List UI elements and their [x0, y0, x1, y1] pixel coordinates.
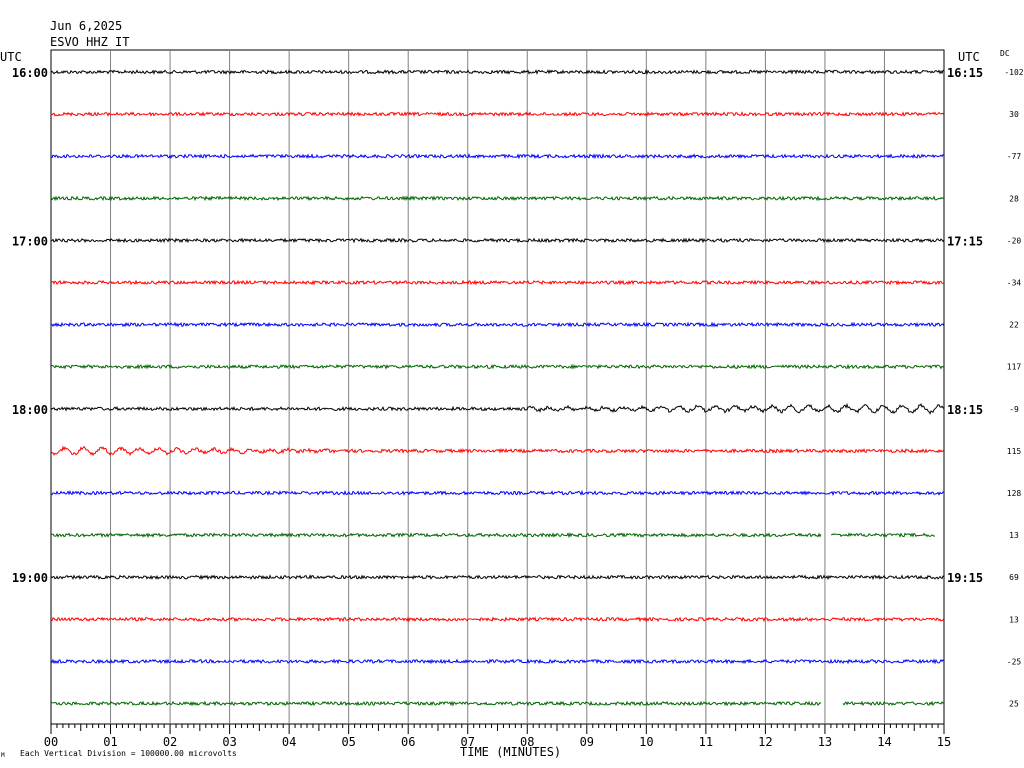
dc-offset-label: 128 [1007, 489, 1022, 498]
trace-line [50, 111, 945, 118]
dc-offset-label: -9 [1009, 405, 1019, 414]
trace-line [50, 363, 945, 370]
dc-offset-label: -102 [1004, 68, 1023, 77]
x-tick-label: 11 [699, 735, 713, 749]
x-tick-label: 02 [163, 735, 177, 749]
dc-offset-label: 30 [1009, 110, 1019, 119]
x-tick-label: 13 [818, 735, 832, 749]
trace-line [50, 658, 945, 665]
x-tick-label: 09 [580, 735, 594, 749]
trace-line [50, 68, 945, 76]
dc-label: DC [1000, 49, 1010, 58]
x-tick-label: 12 [758, 735, 772, 749]
x-tick-label: 06 [401, 735, 415, 749]
trace-line [50, 616, 945, 623]
trace-line [50, 321, 945, 328]
x-tick-label: 03 [222, 735, 236, 749]
dc-offset-label: -34 [1007, 279, 1022, 288]
hour-label-left: 16:00 [12, 66, 48, 80]
utc-left-label: UTC [0, 50, 22, 64]
hour-label-right: 19:15 [947, 571, 983, 585]
dc-offset-label: -77 [1007, 152, 1022, 161]
dc-offset-label: 13 [1009, 615, 1019, 624]
x-tick-label: 00 [44, 735, 58, 749]
utc-right-label: UTC [958, 50, 980, 64]
trace-line [50, 237, 945, 244]
dc-offset-label: -20 [1007, 236, 1022, 245]
hour-label-right: 18:15 [947, 403, 983, 417]
x-axis-label: TIME (MINUTES) [460, 745, 562, 759]
trace-line [50, 700, 945, 707]
hour-label-left: 18:00 [12, 403, 48, 417]
plot-frame [50, 49, 945, 725]
date-label: Jun 6,2025 [50, 19, 123, 33]
trace-line [51, 153, 945, 160]
x-tick-label: 14 [877, 735, 891, 749]
scale-note: Each Vertical Division = 100000.00 micro… [20, 749, 237, 758]
hour-label-right: 16:15 [947, 66, 983, 80]
trace-line [50, 195, 945, 202]
trace-line [50, 489, 945, 497]
dc-offset-label: 115 [1007, 447, 1022, 456]
dc-offset-label: 13 [1009, 531, 1019, 540]
dc-offset-label: 22 [1009, 321, 1019, 330]
scale-glyph: M [1, 752, 5, 759]
hour-label-right: 17:15 [947, 234, 983, 248]
trace-line [50, 279, 945, 286]
dc-offset-label: 25 [1009, 700, 1019, 709]
trace-line [50, 574, 945, 581]
hour-label-left: 17:00 [12, 234, 48, 248]
station-label: ESVO HHZ IT [50, 35, 130, 49]
x-tick-label: 15 [937, 735, 951, 749]
hour-label-left: 19:00 [12, 571, 48, 585]
dc-offset-label: 117 [1007, 363, 1022, 372]
dc-offset-label: 28 [1009, 194, 1019, 203]
dc-offset-label: 69 [1009, 573, 1019, 582]
trace-line [50, 402, 945, 415]
trace-line [50, 531, 935, 539]
dc-offset-label: -25 [1007, 657, 1022, 666]
x-tick-label: 05 [341, 735, 355, 749]
x-tick-label: 10 [639, 735, 653, 749]
x-tick-label: 04 [282, 735, 296, 749]
trace-line [50, 445, 945, 457]
x-tick-label: 01 [103, 735, 117, 749]
helicorder-plot: 00 01 02 03 04 05 06 07 08 09 10 11 12 13 14 15-10230-7… [12, 49, 1024, 749]
